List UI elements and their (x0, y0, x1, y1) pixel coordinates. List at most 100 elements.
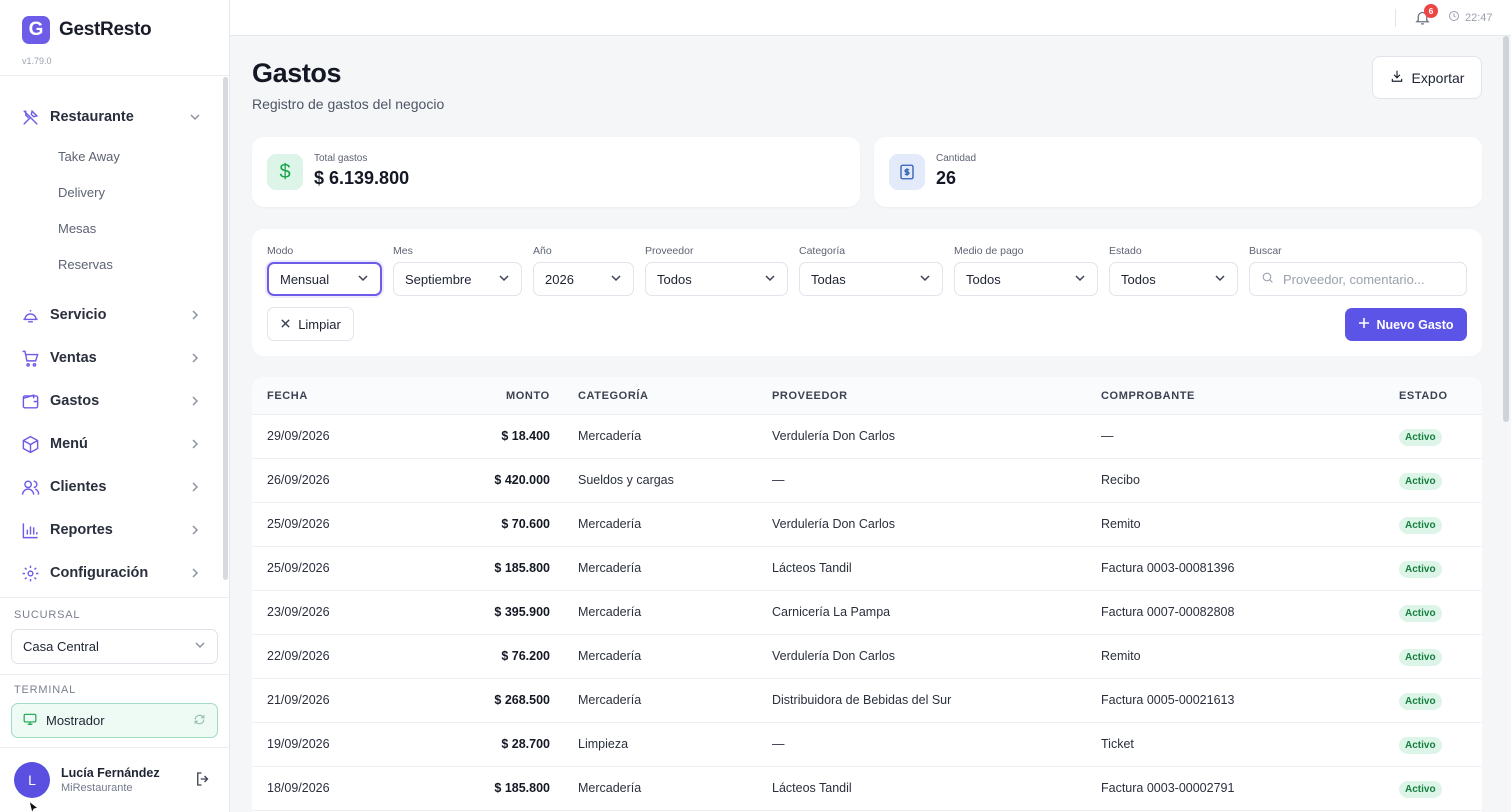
cell-monto: $ 76.200 (501, 649, 550, 663)
stat-label: Cantidad (936, 153, 977, 164)
mode-select[interactable]: Mensual (267, 262, 382, 296)
table-row[interactable]: 25/09/2026 $ 70.600 Mercadería Verdulerí… (252, 503, 1482, 547)
branch-select[interactable]: Casa Central (11, 629, 218, 664)
cell-comprobante: Factura 0007-00082808 (1101, 605, 1235, 619)
month-select[interactable]: Septiembre (393, 262, 522, 296)
sidebar-item-restaurante[interactable]: Restaurante (20, 105, 202, 129)
clock: 22:47 (1448, 10, 1493, 25)
avatar: L (14, 762, 50, 798)
year-value: 2026 (545, 271, 574, 287)
status-select[interactable]: Todos (1109, 262, 1238, 296)
new-expense-button[interactable]: Nuevo Gasto (1345, 308, 1467, 341)
sidebar-item-reportes[interactable]: Reportes (20, 518, 202, 542)
search-input[interactable]: Proveedor, comentario... (1249, 262, 1467, 296)
chevron-right-icon (188, 480, 202, 494)
sidebar: G GestResto v1.79.0 Restaurante Take Awa… (0, 0, 230, 812)
cell-comprobante: Factura 0005-00021613 (1101, 693, 1235, 707)
sidebar-subitem-delivery[interactable]: Delivery (58, 185, 105, 200)
sidebar-item-label: Reportes (50, 522, 113, 538)
cell-monto: $ 70.600 (501, 517, 550, 531)
cell-fecha: 25/09/2026 (267, 561, 330, 575)
refresh-icon[interactable] (193, 713, 206, 729)
column-header-monto[interactable]: MONTO (506, 390, 550, 402)
sidebar-item-label: Ventas (50, 350, 97, 366)
clear-filters-button[interactable]: Limpiar (267, 307, 354, 341)
cell-comprobante: Factura 0003-00002791 (1101, 781, 1235, 795)
column-header-fecha[interactable]: FECHA (267, 390, 308, 402)
box-icon (20, 434, 40, 454)
cell-comprobante: Recibo (1101, 473, 1140, 487)
cell-categoria: Mercadería (578, 561, 642, 575)
page-scrollbar[interactable] (1503, 36, 1509, 422)
sidebar-subitem-take-away[interactable]: Take Away (58, 149, 120, 164)
filter-label: Buscar (1249, 245, 1282, 257)
cell-proveedor: — (772, 737, 785, 751)
chevron-right-icon (188, 566, 202, 580)
mouse-cursor-icon (28, 799, 40, 812)
supplier-select[interactable]: Todos (645, 262, 788, 296)
users-icon (20, 477, 40, 497)
export-label: Exportar (1411, 69, 1465, 86)
cell-monto: $ 420.000 (494, 473, 550, 487)
cell-comprobante: Factura 0003-00081396 (1101, 561, 1235, 575)
status-badge: Activo (1399, 693, 1442, 710)
filter-label: Estado (1109, 245, 1142, 257)
stat-value: $ 6.139.800 (314, 168, 410, 188)
sidebar-item-clientes[interactable]: Clientes (20, 475, 202, 499)
status-badge: Activo (1399, 429, 1442, 446)
column-header-estado[interactable]: ESTADO (1399, 390, 1448, 402)
table-row[interactable]: 19/09/2026 $ 28.700 Limpieza — Ticket Ac… (252, 723, 1482, 767)
divider (0, 747, 229, 748)
user-profile[interactable]: L Lucía Fernández MiRestaurante (14, 761, 214, 799)
sidebar-subitem-mesas[interactable]: Mesas (58, 221, 96, 236)
sidebar-item-menu[interactable]: Menú (20, 432, 202, 456)
sidebar-item-label: Restaurante (50, 109, 134, 125)
table-row[interactable]: 23/09/2026 $ 395.900 Mercadería Carnicer… (252, 591, 1482, 635)
export-button[interactable]: Exportar (1372, 56, 1482, 99)
table-row[interactable]: 18/09/2026 $ 185.800 Mercadería Lácteos … (252, 767, 1482, 811)
category-select[interactable]: Todas (799, 262, 943, 296)
cell-monto: $ 268.500 (494, 693, 550, 707)
sidebar-item-gastos[interactable]: Gastos (20, 389, 202, 413)
app-version: v1.79.0 (22, 56, 52, 66)
table-row[interactable]: 21/09/2026 $ 268.500 Mercadería Distribu… (252, 679, 1482, 723)
divider (0, 674, 229, 675)
table-row[interactable]: 29/09/2026 $ 18.400 Mercadería Verdulerí… (252, 415, 1482, 459)
expenses-table: FECHA MONTO CATEGORÍA PROVEEDOR COMPROBA… (252, 377, 1482, 812)
table-row[interactable]: 26/09/2026 $ 420.000 Sueldos y cargas — … (252, 459, 1482, 503)
status-badge: Activo (1399, 649, 1442, 666)
table-header: FECHA MONTO CATEGORÍA PROVEEDOR COMPROBA… (252, 377, 1482, 415)
cell-fecha: 23/09/2026 (267, 605, 330, 619)
cell-fecha: 21/09/2026 (267, 693, 330, 707)
divider (0, 75, 229, 76)
cell-fecha: 18/09/2026 (267, 781, 330, 795)
year-select[interactable]: 2026 (533, 262, 634, 296)
sidebar-scrollbar[interactable] (223, 77, 228, 580)
column-header-comprobante[interactable]: COMPROBANTE (1101, 390, 1195, 402)
table-row[interactable]: 22/09/2026 $ 76.200 Mercadería Verdulerí… (252, 635, 1482, 679)
status-badge: Activo (1399, 517, 1442, 534)
chevron-down-icon (764, 272, 776, 287)
divider (0, 597, 229, 598)
sidebar-item-configuracion[interactable]: Configuración (20, 561, 202, 585)
logout-icon[interactable] (194, 770, 214, 790)
sidebar-subitem-reservas[interactable]: Reservas (58, 257, 113, 272)
cell-monto: $ 28.700 (501, 737, 550, 751)
column-header-categoria[interactable]: CATEGORÍA (578, 390, 649, 402)
brand[interactable]: G GestResto (22, 16, 152, 44)
sidebar-item-ventas[interactable]: Ventas (20, 346, 202, 370)
payment-method-select[interactable]: Todos (954, 262, 1098, 296)
status-value: Todos (1121, 271, 1156, 287)
cell-fecha: 26/09/2026 (267, 473, 330, 487)
terminal-selector[interactable]: Mostrador (11, 703, 218, 738)
filter-label: Año (533, 245, 552, 257)
stat-label: Total gastos (314, 153, 368, 164)
branch-value: Casa Central (23, 639, 99, 654)
chevron-down-icon (1214, 272, 1226, 287)
filter-panel: Modo Mensual Mes Septiembre Año 2026 Pro… (252, 229, 1482, 356)
status-badge: Activo (1399, 561, 1442, 578)
sidebar-item-servicio[interactable]: Servicio (20, 303, 202, 327)
table-row[interactable]: 25/09/2026 $ 185.800 Mercadería Lácteos … (252, 547, 1482, 591)
filter-label: Mes (393, 245, 413, 257)
column-header-proveedor[interactable]: PROVEEDOR (772, 390, 848, 402)
